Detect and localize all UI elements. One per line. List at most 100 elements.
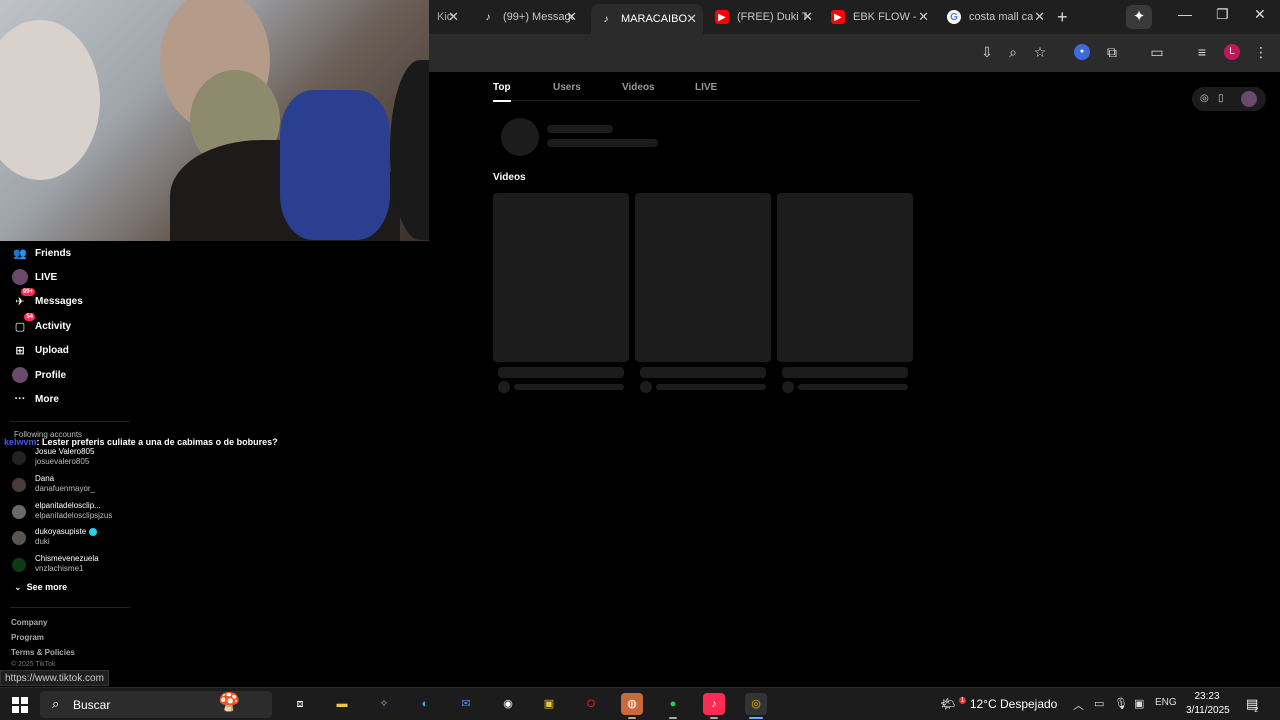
video-title-skeleton (782, 367, 908, 378)
close-icon[interactable]: ✕ (918, 9, 929, 25)
account-avatar (12, 531, 26, 545)
zoom-icon[interactable]: ⌕ (1004, 44, 1022, 61)
get-app-pill: ◎ ▯ (1192, 87, 1266, 111)
taskbar-search[interactable]: ⌕ Buscar 🍄 (40, 691, 272, 718)
live-icon (12, 269, 28, 285)
tab-top[interactable]: Top (493, 82, 511, 102)
user-name-skeleton (547, 125, 613, 133)
tab-videos[interactable]: Videos (622, 82, 655, 93)
close-icon[interactable]: ✕ (448, 9, 459, 25)
video-author-avatar-skeleton (640, 381, 652, 393)
file-explorer-icon[interactable]: ▬ (331, 693, 353, 715)
meet-icon[interactable]: ▭ (1094, 697, 1104, 710)
tiktok-app-icon[interactable]: ♪ (703, 693, 725, 719)
extensions-puzzle-icon[interactable]: ⧉ (1103, 44, 1121, 61)
footer-link-program[interactable]: Program (11, 633, 44, 642)
windows-start-icon[interactable] (12, 697, 28, 713)
messages-icon: ✈ 99+ (15, 288, 35, 308)
close-icon[interactable]: ✕ (1034, 9, 1045, 25)
sidebar-item-activity[interactable]: ▢ 54 Activity (12, 313, 71, 336)
tab-duki[interactable]: ▶ (FREE) Duki T ✕ (707, 0, 819, 34)
video-title-skeleton (498, 367, 624, 378)
gemini-icon[interactable]: ✦ (1126, 5, 1152, 29)
browser-menu-icon[interactable]: ⋮ (1252, 44, 1270, 61)
monitor-icon[interactable]: ▣ (1134, 697, 1144, 710)
task-view-icon[interactable]: ⧈ (289, 693, 311, 715)
tab-live[interactable]: LIVE (695, 82, 717, 93)
copilot-icon[interactable]: ✧ (373, 693, 395, 715)
new-tab-button[interactable]: + (1057, 7, 1068, 28)
taskbar-clock[interactable]: 23:23 3/11/2025 (1186, 690, 1230, 718)
sidebar-item-friends[interactable]: 👥 Friends (12, 243, 71, 263)
extension-vpn-icon[interactable]: ● (1074, 44, 1090, 60)
footer-link-terms[interactable]: Terms & Policies (11, 648, 75, 657)
videos-section-title: Videos (493, 172, 526, 183)
tab-ebk-flow[interactable]: ▶ EBK FLOW - ✕ (823, 0, 935, 34)
account-avatar (12, 478, 26, 492)
video-author-skeleton (514, 384, 624, 390)
more-icon: ··· (14, 393, 26, 405)
bookmark-star-icon[interactable]: ☆ (1031, 44, 1049, 61)
weather-widget[interactable]: 🌤 1 12°C Despejado (940, 697, 1057, 711)
tab-maracaibo[interactable]: ♪ MARACAIBO ✕ (591, 4, 703, 34)
sidebar-item-profile[interactable]: Profile (12, 365, 66, 385)
tab-messages[interactable]: ♪ (99+) Messages ✕ (473, 0, 583, 34)
browser-app-icon[interactable]: ◉ (497, 693, 519, 715)
chrome-icon[interactable]: ◎ (745, 693, 767, 719)
close-icon[interactable]: ✕ (686, 11, 697, 27)
edge-icon[interactable]: ◐ (414, 693, 436, 715)
youtube-icon: ▶ (831, 10, 845, 24)
account-avatar (12, 558, 26, 572)
video-author-skeleton (656, 384, 766, 390)
microphone-icon[interactable]: 🎙 (1114, 697, 1128, 710)
browser-tabstrip: Kick ✕ ♪ (99+) Messages ✕ ♪ MARACAIBO ✕ … (429, 0, 1280, 34)
see-more-button[interactable]: ⌄ See more (14, 582, 67, 593)
tab-kick[interactable]: Kick ✕ (429, 0, 465, 34)
upload-icon: ⊞ (15, 344, 25, 357)
notification-center-icon[interactable]: ▤2 (1246, 696, 1262, 714)
sidebar-item-live[interactable]: LIVE (12, 267, 57, 287)
language-indicator[interactable]: ENG (1155, 697, 1177, 708)
activity-badge: 54 (24, 313, 35, 321)
chat-username: kelwvm (4, 437, 37, 447)
close-window-icon[interactable]: ✕ (1254, 6, 1266, 23)
sidebar-item-messages[interactable]: ✈ 99+ Messages (12, 288, 83, 311)
profile-avatar[interactable]: L (1224, 44, 1240, 60)
restore-icon[interactable]: ❐ (1216, 6, 1229, 23)
store-icon[interactable]: ▣ (538, 693, 560, 715)
reading-list-icon[interactable]: ≡ (1193, 44, 1211, 60)
sidebar-item-upload[interactable]: ⊞ Upload (12, 340, 69, 360)
sidebar-divider (10, 421, 130, 422)
phone-icon[interactable]: ▯ (1218, 93, 1224, 104)
search-highlight-icon: 🍄 (218, 692, 241, 712)
verified-badge-icon (89, 527, 98, 536)
webcam-flag (280, 90, 390, 240)
outlook-icon[interactable]: ✉ (455, 693, 477, 715)
minimize-icon[interactable]: — (1178, 6, 1192, 22)
discord-icon[interactable]: ◍ (621, 693, 643, 719)
tab-users[interactable]: Users (553, 82, 581, 93)
video-author-avatar-skeleton (498, 381, 510, 393)
spotify-icon[interactable]: ● (662, 693, 684, 719)
side-panel-icon[interactable]: ▭ (1148, 44, 1166, 61)
opera-icon[interactable]: O (580, 693, 602, 715)
sidebar-item-more[interactable]: ··· More (12, 389, 59, 409)
user-avatar[interactable] (1241, 91, 1257, 107)
footer-link-company[interactable]: Company (11, 618, 47, 627)
tiktok-icon: ♪ (603, 13, 609, 25)
notification-count: 2 (1254, 707, 1259, 714)
video-card-skeleton (635, 193, 771, 362)
chevron-up-icon[interactable]: ︿ (1073, 697, 1084, 713)
close-icon[interactable]: ✕ (802, 9, 813, 25)
coin-icon[interactable]: ◎ (1200, 93, 1209, 104)
close-icon[interactable]: ✕ (566, 9, 577, 25)
webcam-overlay (0, 0, 429, 241)
video-title-skeleton (640, 367, 766, 378)
tab-costa-mall[interactable]: G costa mall ca ✕ (939, 0, 1051, 34)
youtube-icon: ▶ (715, 10, 729, 24)
account-avatar (12, 451, 26, 465)
chat-overlay-message: kelwvm: Lester preferis culiate a una de… (4, 437, 278, 447)
install-app-icon[interactable]: ⇩ (978, 44, 996, 61)
search-result-tabs: Top Users Videos LIVE (493, 76, 920, 102)
account-avatar (12, 505, 26, 519)
